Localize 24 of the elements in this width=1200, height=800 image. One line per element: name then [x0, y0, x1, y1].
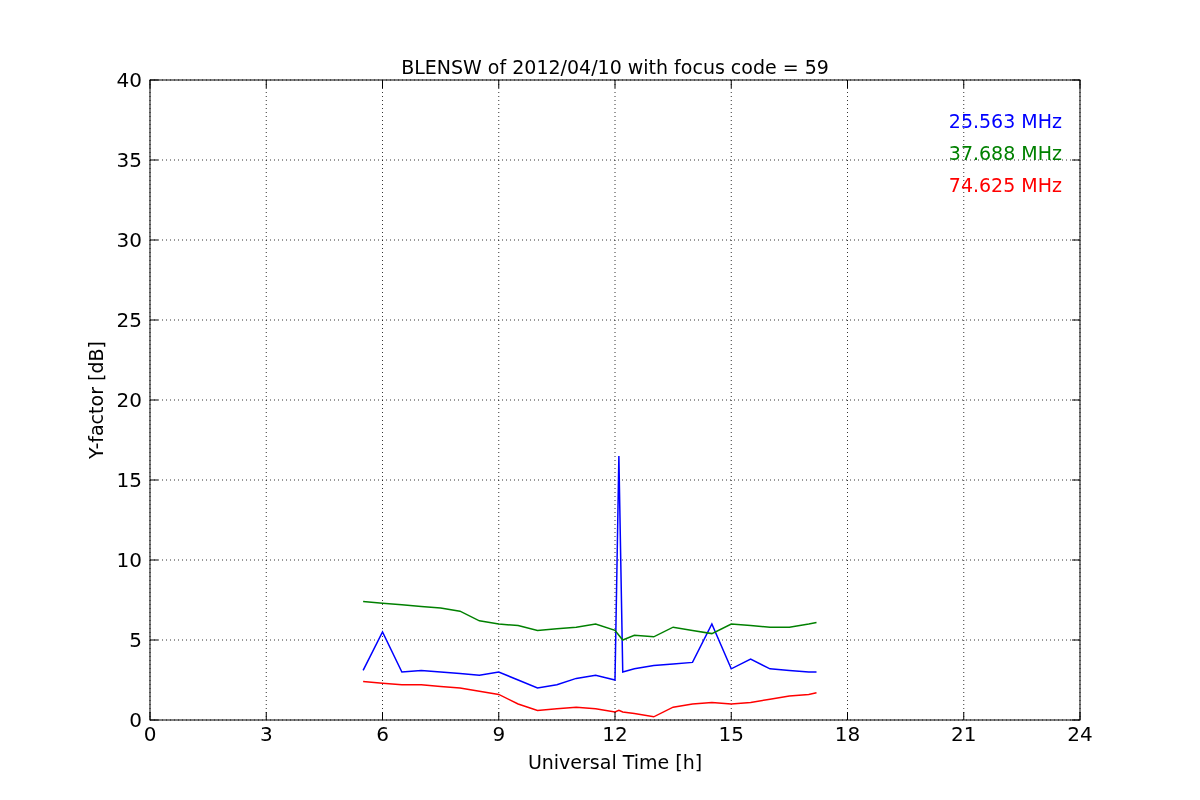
y-tick-label: 40 [116, 68, 142, 92]
y-tick-label: 20 [116, 388, 142, 412]
legend-label: 37.688 MHz [948, 142, 1062, 164]
y-tick-label: 25 [116, 308, 142, 332]
y-tick-label: 0 [129, 708, 142, 732]
y-tick-label: 30 [116, 228, 142, 252]
x-tick-label: 18 [834, 722, 861, 746]
x-tick-label: 6 [376, 722, 389, 746]
y-tick-label: 5 [129, 628, 142, 652]
y-tick-label: 35 [116, 148, 142, 172]
x-tick-label: 0 [143, 722, 157, 746]
y-tick-label: 15 [116, 468, 142, 492]
x-axis-label: Universal Time [h] [527, 751, 703, 773]
chart-title: BLENSW of 2012/04/10 with focus code = 59 [401, 56, 829, 78]
x-tick-label: 9 [492, 722, 506, 746]
legend-label: 25.563 MHz [948, 110, 1062, 132]
x-tick-label: 24 [1067, 722, 1093, 746]
x-tick-label: 21 [951, 722, 977, 746]
y-axis-label: Y-factor [dB] [85, 341, 107, 459]
y-tick-label: 10 [116, 548, 142, 572]
x-tick-label: 12 [602, 722, 628, 746]
x-tick-label: 3 [259, 722, 273, 746]
x-tick-label: 15 [718, 722, 744, 746]
legend-label: 74.625 MHz [948, 174, 1062, 196]
